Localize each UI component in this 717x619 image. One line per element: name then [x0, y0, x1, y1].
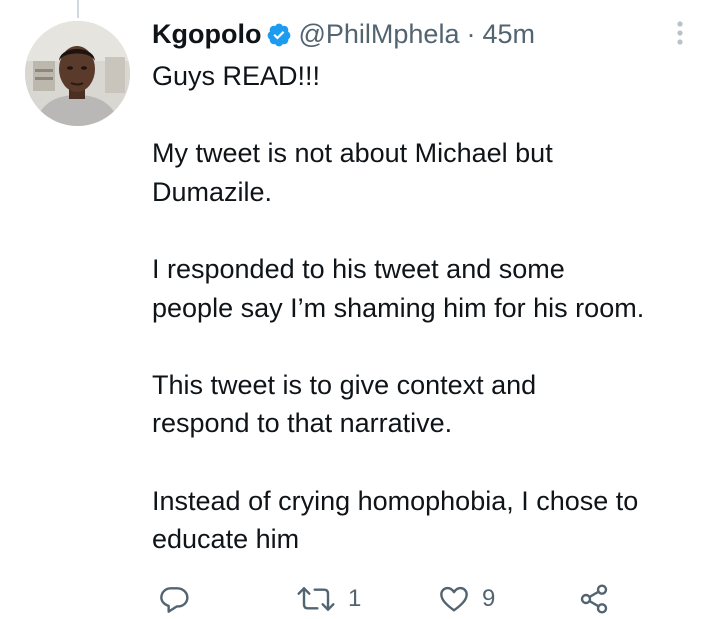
avatar-image: [25, 21, 130, 126]
reply-icon: [160, 587, 189, 613]
like-button[interactable]: 9: [438, 580, 495, 618]
tweet-header: Kgopolo @PhilMphela · 45m: [152, 16, 535, 52]
tweet-paragraph: Instead of crying homophobia, I chose to…: [152, 485, 639, 555]
share-button[interactable]: [578, 580, 610, 618]
more-options-icon[interactable]: [669, 18, 691, 48]
avatar[interactable]: [25, 21, 130, 126]
retweet-icon: [297, 587, 335, 611]
header-separator: ·: [466, 19, 476, 49]
reply-button[interactable]: [158, 580, 190, 618]
tweet-paragraph: I responded to his tweet and some people…: [152, 253, 645, 323]
retweet-count: 1: [348, 585, 362, 612]
verified-badge-icon: [266, 21, 292, 47]
tweet-body: Guys READ!!! My tweet is not about Micha…: [152, 57, 712, 559]
display-name[interactable]: Kgopolo: [152, 16, 261, 52]
like-count: 9: [482, 585, 496, 612]
share-icon: [580, 584, 608, 614]
tweet-paragraph: My tweet is not about Michael but Dumazi…: [152, 138, 553, 207]
tweet-paragraph: Guys READ!!!: [152, 61, 321, 91]
thread-connector-line: [77, 0, 79, 18]
user-handle[interactable]: @PhilMphela: [298, 16, 459, 52]
tweet-paragraph: This tweet is to give context and respon…: [152, 369, 537, 439]
heart-icon: [440, 586, 468, 612]
retweet-button[interactable]: 1: [296, 580, 361, 618]
tweet-timestamp[interactable]: 45m: [482, 16, 535, 52]
tweet-action-bar: 1 9: [0, 580, 717, 619]
